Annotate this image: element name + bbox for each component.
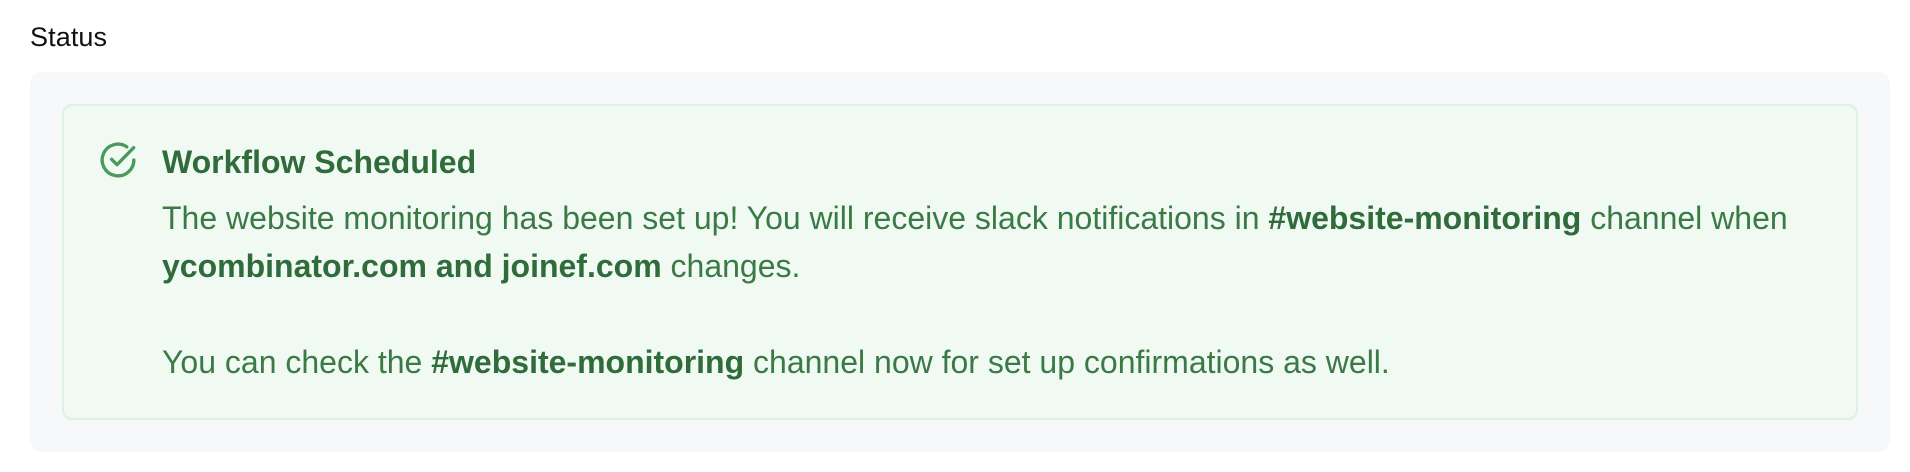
alert-text: The website monitoring has been set up! …: [162, 200, 1269, 236]
alert-text: channel now for set up confirmations as …: [744, 344, 1390, 380]
alert-paragraph-1: The website monitoring has been set up! …: [162, 194, 1842, 290]
status-section-label: Status: [30, 22, 108, 52]
channel-name: #website-monitoring: [431, 344, 745, 380]
channel-name: #website-monitoring: [1268, 200, 1582, 236]
page: Status Workflow Scheduled The website mo…: [0, 0, 1910, 472]
alert-text: channel when: [1581, 200, 1788, 236]
alert-title: Workflow Scheduled: [162, 144, 477, 180]
alert-paragraph-2: You can check the #website-monitoring ch…: [162, 338, 1842, 386]
success-alert: Workflow Scheduled The website monitorin…: [62, 104, 1858, 420]
check-circle-icon: [98, 140, 138, 180]
monitored-sites: ycombinator.com and joinef.com: [162, 248, 662, 284]
status-panel: Workflow Scheduled The website monitorin…: [30, 72, 1890, 452]
alert-text: You can check the: [162, 344, 432, 380]
alert-text: changes.: [661, 248, 801, 284]
alert-message: The website monitoring has been set up! …: [162, 194, 1842, 386]
